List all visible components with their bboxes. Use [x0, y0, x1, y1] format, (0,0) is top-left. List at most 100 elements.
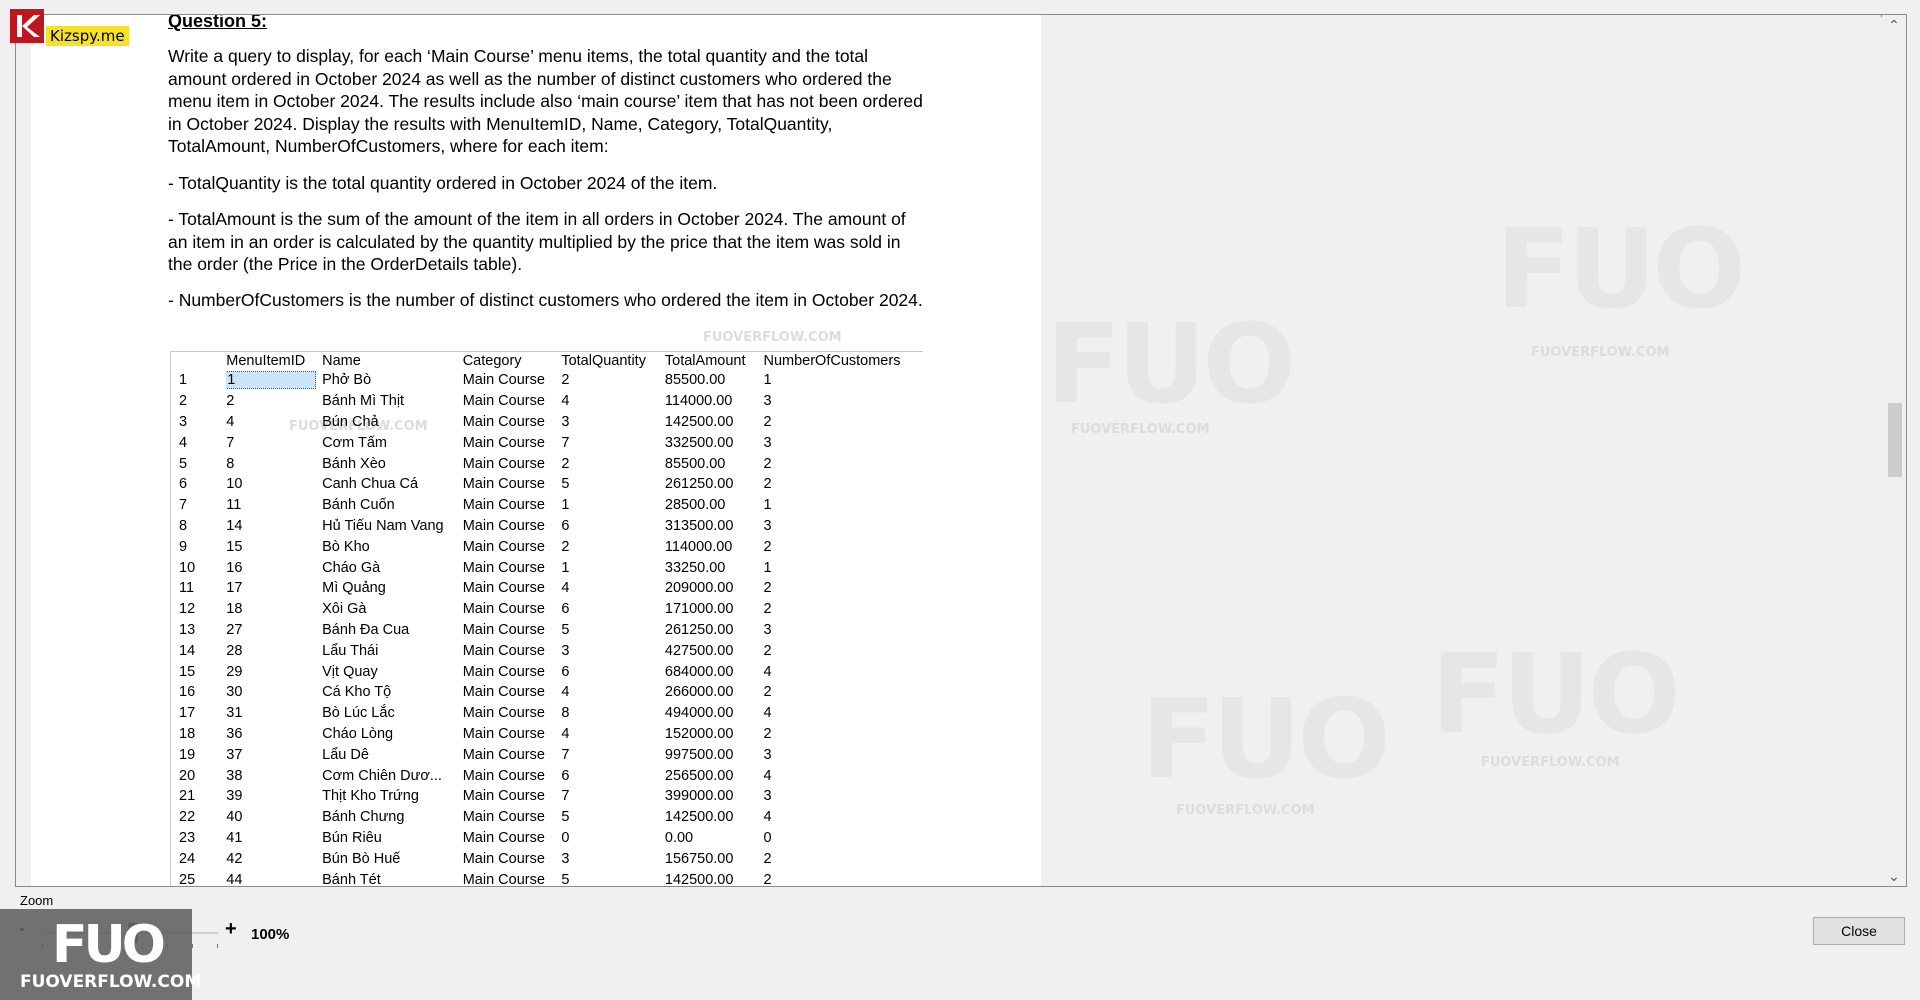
total-quantity-cell[interactable]: 1 — [561, 557, 665, 578]
table-row[interactable]: 19 37 Lẩu Dê Main Course 7 997500.00 3 — [171, 744, 923, 765]
table-row[interactable]: 4 7 Cơm Tấm Main Course 7 332500.00 3 — [171, 432, 923, 453]
name-cell[interactable]: Bánh Đa Cua — [322, 620, 463, 641]
menu-item-id-cell[interactable]: 10 — [226, 474, 322, 495]
table-row[interactable]: 17 31 Bò Lúc Lắc Main Course 8 494000.00 4 — [171, 703, 923, 724]
total-amount-cell[interactable]: 171000.00 — [665, 599, 764, 620]
number-of-customers-cell[interactable]: 2 — [763, 412, 923, 433]
category-cell[interactable]: Main Course — [463, 744, 562, 765]
menu-item-id-cell[interactable]: 31 — [226, 703, 322, 724]
total-quantity-cell[interactable]: 4 — [561, 724, 665, 745]
category-cell[interactable]: Main Course — [463, 370, 562, 391]
table-row[interactable]: 21 39 Thịt Kho Trứng Main Course 7 399000.00 3 — [171, 786, 923, 807]
number-of-customers-cell[interactable]: 3 — [763, 620, 923, 641]
total-amount-cell[interactable]: 261250.00 — [665, 620, 764, 641]
table-row[interactable]: 25 44 Bánh Tét Main Course 5 142500.00 2 — [171, 869, 923, 886]
number-of-customers-cell[interactable]: 4 — [763, 765, 923, 786]
menu-item-id-cell[interactable]: 14 — [226, 516, 322, 537]
row-number[interactable]: 17 — [171, 703, 226, 724]
category-cell[interactable]: Main Course — [463, 848, 562, 869]
table-row[interactable]: 1 1 Phở Bò Main Course 2 85500.00 1 — [171, 370, 923, 391]
close-button[interactable]: Close — [1813, 917, 1905, 945]
total-quantity-cell[interactable]: 4 — [561, 682, 665, 703]
category-cell[interactable]: Main Course — [463, 432, 562, 453]
table-row[interactable]: 14 28 Lẩu Thái Main Course 3 427500.00 2 — [171, 640, 923, 661]
name-cell[interactable]: Bánh Chưng — [322, 807, 463, 828]
menu-item-id-cell[interactable]: 1 — [226, 370, 322, 391]
name-cell[interactable]: Canh Chua Cá — [322, 474, 463, 495]
category-cell[interactable]: Main Course — [463, 869, 562, 886]
name-cell[interactable]: Bánh Cuốn — [322, 495, 463, 516]
total-amount-cell[interactable]: 85500.00 — [665, 453, 764, 474]
number-of-customers-cell[interactable]: 3 — [763, 744, 923, 765]
category-cell[interactable]: Main Course — [463, 599, 562, 620]
name-cell[interactable]: Bún Bò Huế — [322, 848, 463, 869]
name-cell[interactable]: Phở Bò — [322, 370, 463, 391]
row-number[interactable]: 16 — [171, 682, 226, 703]
total-amount-cell[interactable]: 427500.00 — [665, 640, 764, 661]
name-cell[interactable]: Cháo Gà — [322, 557, 463, 578]
name-cell[interactable]: Bò Lúc Lắc — [322, 703, 463, 724]
menu-item-id-cell[interactable]: 18 — [226, 599, 322, 620]
menu-item-id-cell[interactable]: 44 — [226, 869, 322, 886]
name-cell[interactable]: Cháo Lòng — [322, 724, 463, 745]
total-quantity-cell[interactable]: 4 — [561, 391, 665, 412]
total-quantity-cell[interactable]: 2 — [561, 453, 665, 474]
total-amount-cell[interactable]: 256500.00 — [665, 765, 764, 786]
category-cell[interactable]: Main Course — [463, 640, 562, 661]
number-of-customers-cell[interactable]: 2 — [763, 599, 923, 620]
menu-item-id-cell[interactable]: 37 — [226, 744, 322, 765]
total-quantity-cell[interactable]: 8 — [561, 703, 665, 724]
name-cell[interactable]: Lẩu Thái — [322, 640, 463, 661]
category-cell[interactable]: Main Course — [463, 786, 562, 807]
menu-item-id-cell[interactable]: 42 — [226, 848, 322, 869]
menu-item-id-cell[interactable]: 11 — [226, 495, 322, 516]
menu-item-id-cell[interactable]: 16 — [226, 557, 322, 578]
total-amount-cell[interactable]: 142500.00 — [665, 412, 764, 433]
scrollbar-thumb[interactable] — [1888, 403, 1902, 477]
table-row[interactable]: 9 15 Bò Kho Main Course 2 114000.00 2 — [171, 536, 923, 557]
number-of-customers-cell[interactable]: 2 — [763, 578, 923, 599]
number-of-customers-cell[interactable]: 4 — [763, 661, 923, 682]
menu-item-id-cell[interactable]: 17 — [226, 578, 322, 599]
category-cell[interactable]: Main Course — [463, 578, 562, 599]
total-quantity-cell[interactable]: 5 — [561, 869, 665, 886]
table-row[interactable]: 8 14 Hủ Tiếu Nam Vang Main Course 6 313500.00… — [171, 516, 923, 537]
table-row[interactable]: 7 11 Bánh Cuốn Main Course 1 28500.00 1 — [171, 495, 923, 516]
row-number[interactable]: 25 — [171, 869, 226, 886]
name-cell[interactable]: Cơm Chiên Dươ... — [322, 765, 463, 786]
number-of-customers-cell[interactable]: 3 — [763, 432, 923, 453]
row-number[interactable]: 23 — [171, 828, 226, 849]
total-quantity-cell[interactable]: 5 — [561, 620, 665, 641]
total-quantity-cell[interactable]: 7 — [561, 786, 665, 807]
total-amount-cell[interactable]: 0.00 — [665, 828, 764, 849]
number-of-customers-cell[interactable]: 1 — [763, 370, 923, 391]
total-quantity-cell[interactable]: 3 — [561, 848, 665, 869]
number-of-customers-cell[interactable]: 3 — [763, 391, 923, 412]
number-of-customers-cell[interactable]: 0 — [763, 828, 923, 849]
total-amount-cell[interactable]: 85500.00 — [665, 370, 764, 391]
number-of-customers-cell[interactable]: 2 — [763, 536, 923, 557]
row-number[interactable]: 5 — [171, 453, 226, 474]
table-row[interactable]: 23 41 Bún Riêu Main Course 0 0.00 0 — [171, 828, 923, 849]
total-amount-cell[interactable]: 156750.00 — [665, 848, 764, 869]
menu-item-id-cell[interactable]: 30 — [226, 682, 322, 703]
category-cell[interactable]: Main Course — [463, 516, 562, 537]
total-amount-cell[interactable]: 28500.00 — [665, 495, 764, 516]
total-amount-cell[interactable]: 313500.00 — [665, 516, 764, 537]
number-of-customers-cell[interactable]: 2 — [763, 453, 923, 474]
table-row[interactable]: 24 42 Bún Bò Huế Main Course 3 156750.00 2 — [171, 848, 923, 869]
row-number[interactable]: 22 — [171, 807, 226, 828]
total-quantity-cell[interactable]: 0 — [561, 828, 665, 849]
total-quantity-cell[interactable]: 3 — [561, 640, 665, 661]
total-amount-cell[interactable]: 152000.00 — [665, 724, 764, 745]
row-number[interactable]: 8 — [171, 516, 226, 537]
total-amount-cell[interactable]: 142500.00 — [665, 807, 764, 828]
number-of-customers-cell[interactable]: 4 — [763, 703, 923, 724]
total-quantity-cell[interactable]: 6 — [561, 765, 665, 786]
menu-item-id-cell[interactable]: 28 — [226, 640, 322, 661]
menu-item-id-cell[interactable]: 2 — [226, 391, 322, 412]
total-amount-cell[interactable]: 114000.00 — [665, 391, 764, 412]
name-cell[interactable]: Bánh Tét — [322, 869, 463, 886]
number-of-customers-cell[interactable]: 1 — [763, 495, 923, 516]
category-cell[interactable]: Main Course — [463, 682, 562, 703]
